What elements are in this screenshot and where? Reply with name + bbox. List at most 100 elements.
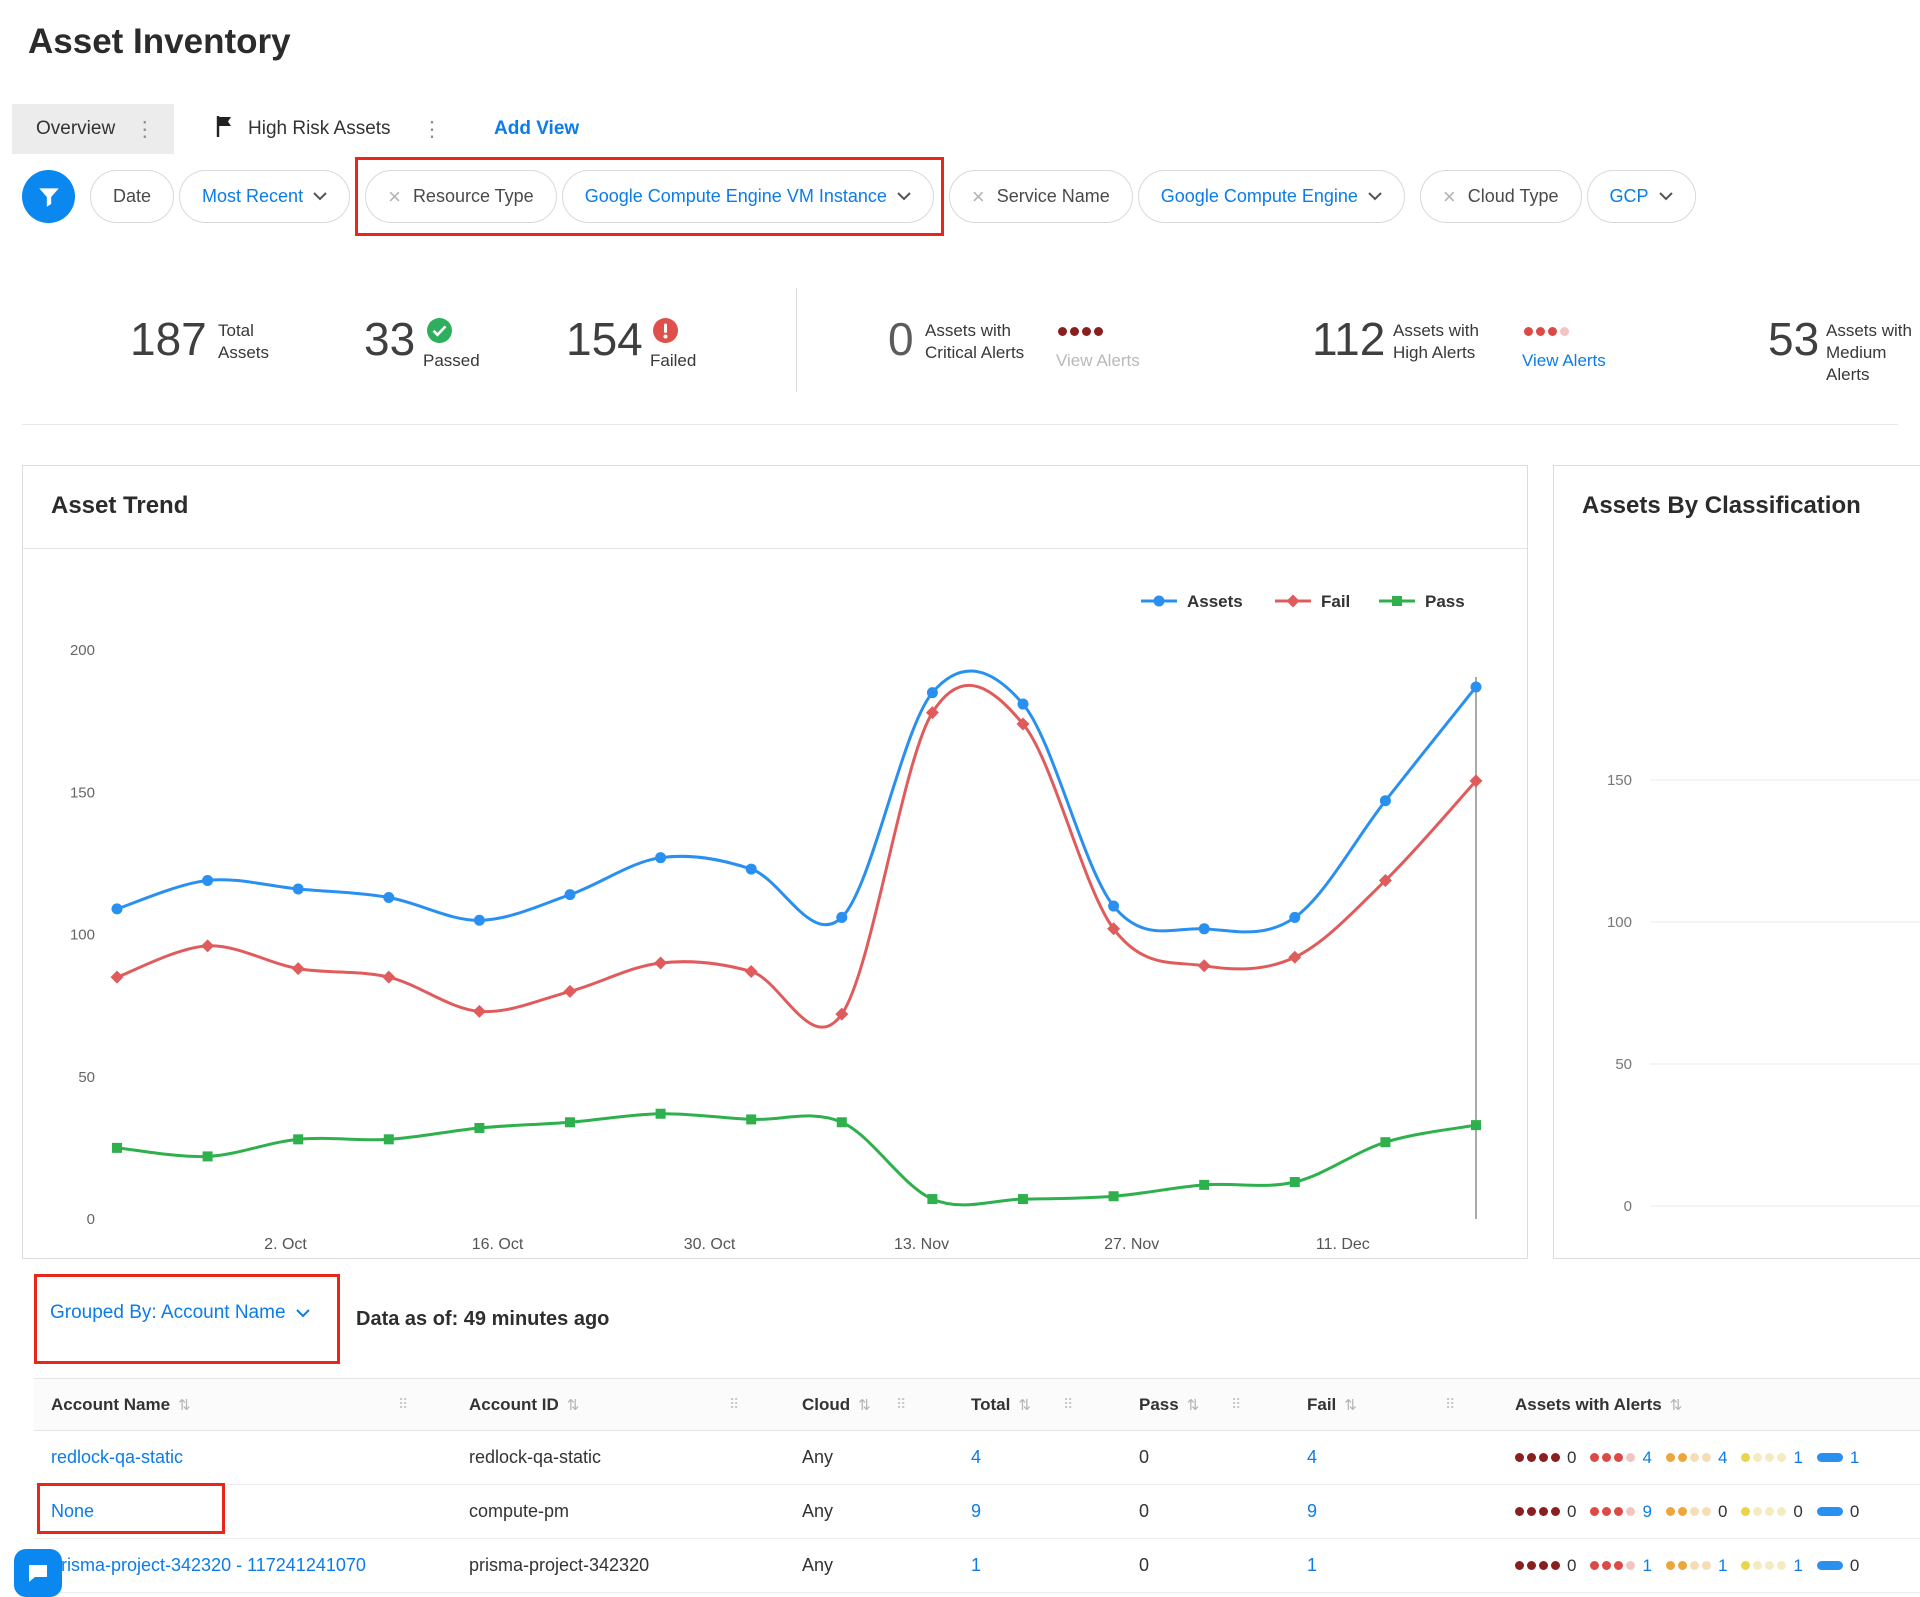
filter-cloud-type-value-pill[interactable]: GCP [1587, 170, 1696, 223]
total-count-link[interactable]: 4 [971, 1431, 981, 1484]
severity-dot [1690, 1453, 1699, 1462]
column-header-total[interactable]: Total⇅ [971, 1379, 1031, 1430]
column-label: Pass [1139, 1395, 1179, 1415]
tab-overview-menu-icon[interactable]: ⋮ [131, 119, 158, 140]
remove-filter-icon[interactable]: × [1443, 186, 1456, 208]
severity-dot [1515, 1507, 1524, 1516]
account-name-link[interactable]: redlock-qa-static [51, 1431, 183, 1484]
column-drag-handle-icon[interactable]: ⠿ [1231, 1379, 1241, 1430]
sort-icon[interactable]: ⇅ [178, 1396, 191, 1414]
filter-bar: Date Most Recent × Resource Type Google … [22, 170, 1696, 223]
severity-dot [1702, 1507, 1711, 1516]
severity-dot [1590, 1507, 1599, 1516]
column-header-assets-with-alerts[interactable]: Assets with Alerts⇅ [1515, 1379, 1682, 1430]
table-row[interactable]: redlock-qa-static redlock-qa-static Any … [34, 1431, 1920, 1485]
total-count-link[interactable]: 1 [971, 1539, 981, 1592]
add-view-button[interactable]: Add View [494, 104, 579, 154]
sort-icon[interactable]: ⇅ [858, 1396, 871, 1414]
column-drag-handle-icon[interactable]: ⠿ [896, 1379, 906, 1430]
column-header-account-id[interactable]: Account ID⇅ [469, 1379, 579, 1430]
sort-icon[interactable]: ⇅ [567, 1396, 580, 1414]
column-drag-handle-icon[interactable]: ⠿ [1063, 1379, 1073, 1430]
info-severity-bar [1817, 1507, 1843, 1516]
page-title: Asset Inventory [28, 22, 291, 62]
svg-text:0: 0 [87, 1211, 95, 1228]
severity-dot [1524, 327, 1533, 336]
svg-text:30. Oct: 30. Oct [684, 1236, 736, 1253]
severity-dots [1515, 1507, 1560, 1516]
fail-count-link[interactable]: 9 [1307, 1485, 1317, 1538]
stats-divider [796, 288, 797, 392]
tab-high-risk-assets[interactable]: High Risk Assets ⋮ [206, 104, 454, 154]
severity-dot [1702, 1453, 1711, 1462]
severity-dots [1515, 1561, 1560, 1570]
filter-cloud-type-value: GCP [1610, 186, 1649, 207]
classification-title: Assets By Classification [1582, 492, 1861, 520]
severity-dot [1753, 1561, 1762, 1570]
filter-date-label-pill[interactable]: Date [90, 170, 174, 223]
total-count-link[interactable]: 9 [971, 1485, 981, 1538]
alert-count[interactable]: 4 [1718, 1448, 1727, 1468]
severity-dot [1666, 1507, 1675, 1516]
severity-dot [1741, 1561, 1750, 1570]
column-drag-handle-icon[interactable]: ⠿ [398, 1379, 408, 1430]
filter-resource-type-value-pill[interactable]: Google Compute Engine VM Instance [562, 170, 934, 223]
chevron-down-icon [313, 192, 327, 201]
svg-text:27. Nov: 27. Nov [1104, 1236, 1159, 1253]
tab-high-risk-menu-icon[interactable]: ⋮ [419, 119, 446, 140]
medium-alerts-label: Assets withMedium Alerts [1826, 320, 1920, 386]
filter-date-value-pill[interactable]: Most Recent [179, 170, 350, 223]
severity-dots [1741, 1507, 1786, 1516]
column-header-pass[interactable]: Pass ⇅ [1139, 1379, 1199, 1430]
column-drag-handle-icon[interactable]: ⠿ [1445, 1379, 1455, 1430]
severity-dot [1753, 1453, 1762, 1462]
svg-text:16. Oct: 16. Oct [472, 1236, 524, 1253]
alert-count[interactable]: 1 [1718, 1556, 1727, 1576]
fail-count-link[interactable]: 4 [1307, 1431, 1317, 1484]
alert-severity-group: 0 [1666, 1502, 1727, 1522]
sort-icon[interactable]: ⇅ [1344, 1396, 1357, 1414]
sort-icon[interactable]: ⇅ [1018, 1396, 1031, 1414]
severity-dot [1666, 1453, 1675, 1462]
account-name-link[interactable]: None [51, 1485, 94, 1538]
severity-dot [1602, 1561, 1611, 1570]
column-drag-handle-icon[interactable]: ⠿ [729, 1379, 739, 1430]
filter-service-name-label-pill[interactable]: × Service Name [949, 170, 1133, 223]
help-chat-widget[interactable] [14, 1549, 62, 1597]
sort-icon[interactable]: ⇅ [1187, 1396, 1200, 1414]
alert-count[interactable]: 1 [1850, 1448, 1859, 1468]
account-name-link[interactable]: prisma-project-342320 - 117241241070 [51, 1539, 366, 1592]
critical-alerts-value: 0 [888, 312, 914, 366]
table-row[interactable]: None compute-pm Any 9 0 9 09000 [34, 1485, 1920, 1539]
filter-funnel-icon[interactable] [22, 170, 75, 223]
remove-filter-icon[interactable]: × [388, 186, 401, 208]
severity-dots [1666, 1507, 1711, 1516]
severity-dots [1666, 1561, 1711, 1570]
column-header-account-name[interactable]: Account Name⇅ [51, 1379, 191, 1430]
tab-overview[interactable]: Overview ⋮ [12, 104, 174, 154]
grouped-by-dropdown[interactable]: Grouped By: Account Name [50, 1302, 310, 1324]
alert-count: 0 [1567, 1502, 1576, 1522]
alert-count: 0 [1793, 1502, 1802, 1522]
sort-icon[interactable]: ⇅ [1670, 1396, 1683, 1414]
alert-count[interactable]: 9 [1642, 1502, 1651, 1522]
view-high-alerts-link[interactable]: View Alerts [1522, 351, 1606, 371]
filter-service-name-value-pill[interactable]: Google Compute Engine [1138, 170, 1405, 223]
alert-severity-group: 1 [1666, 1556, 1727, 1576]
alert-count[interactable]: 4 [1642, 1448, 1651, 1468]
alerts-cell: 09000 [1515, 1485, 1859, 1538]
severity-dot [1741, 1507, 1750, 1516]
remove-filter-icon[interactable]: × [972, 186, 985, 208]
filter-resource-type-label-pill[interactable]: × Resource Type [365, 170, 557, 223]
severity-dot [1590, 1561, 1599, 1570]
column-header-fail[interactable]: Fail⇅ [1307, 1379, 1357, 1430]
column-header-cloud[interactable]: Cloud⇅ [802, 1379, 871, 1430]
table-row[interactable]: prisma-project-342320 - 117241241070 pri… [34, 1539, 1920, 1593]
filter-cloud-type-label-pill[interactable]: × Cloud Type [1420, 170, 1582, 223]
chevron-down-icon [1659, 192, 1673, 201]
alert-count[interactable]: 1 [1793, 1448, 1802, 1468]
severity-dot [1765, 1561, 1774, 1570]
alert-count[interactable]: 1 [1793, 1556, 1802, 1576]
fail-count-link[interactable]: 1 [1307, 1539, 1317, 1592]
alert-count[interactable]: 1 [1642, 1556, 1651, 1576]
